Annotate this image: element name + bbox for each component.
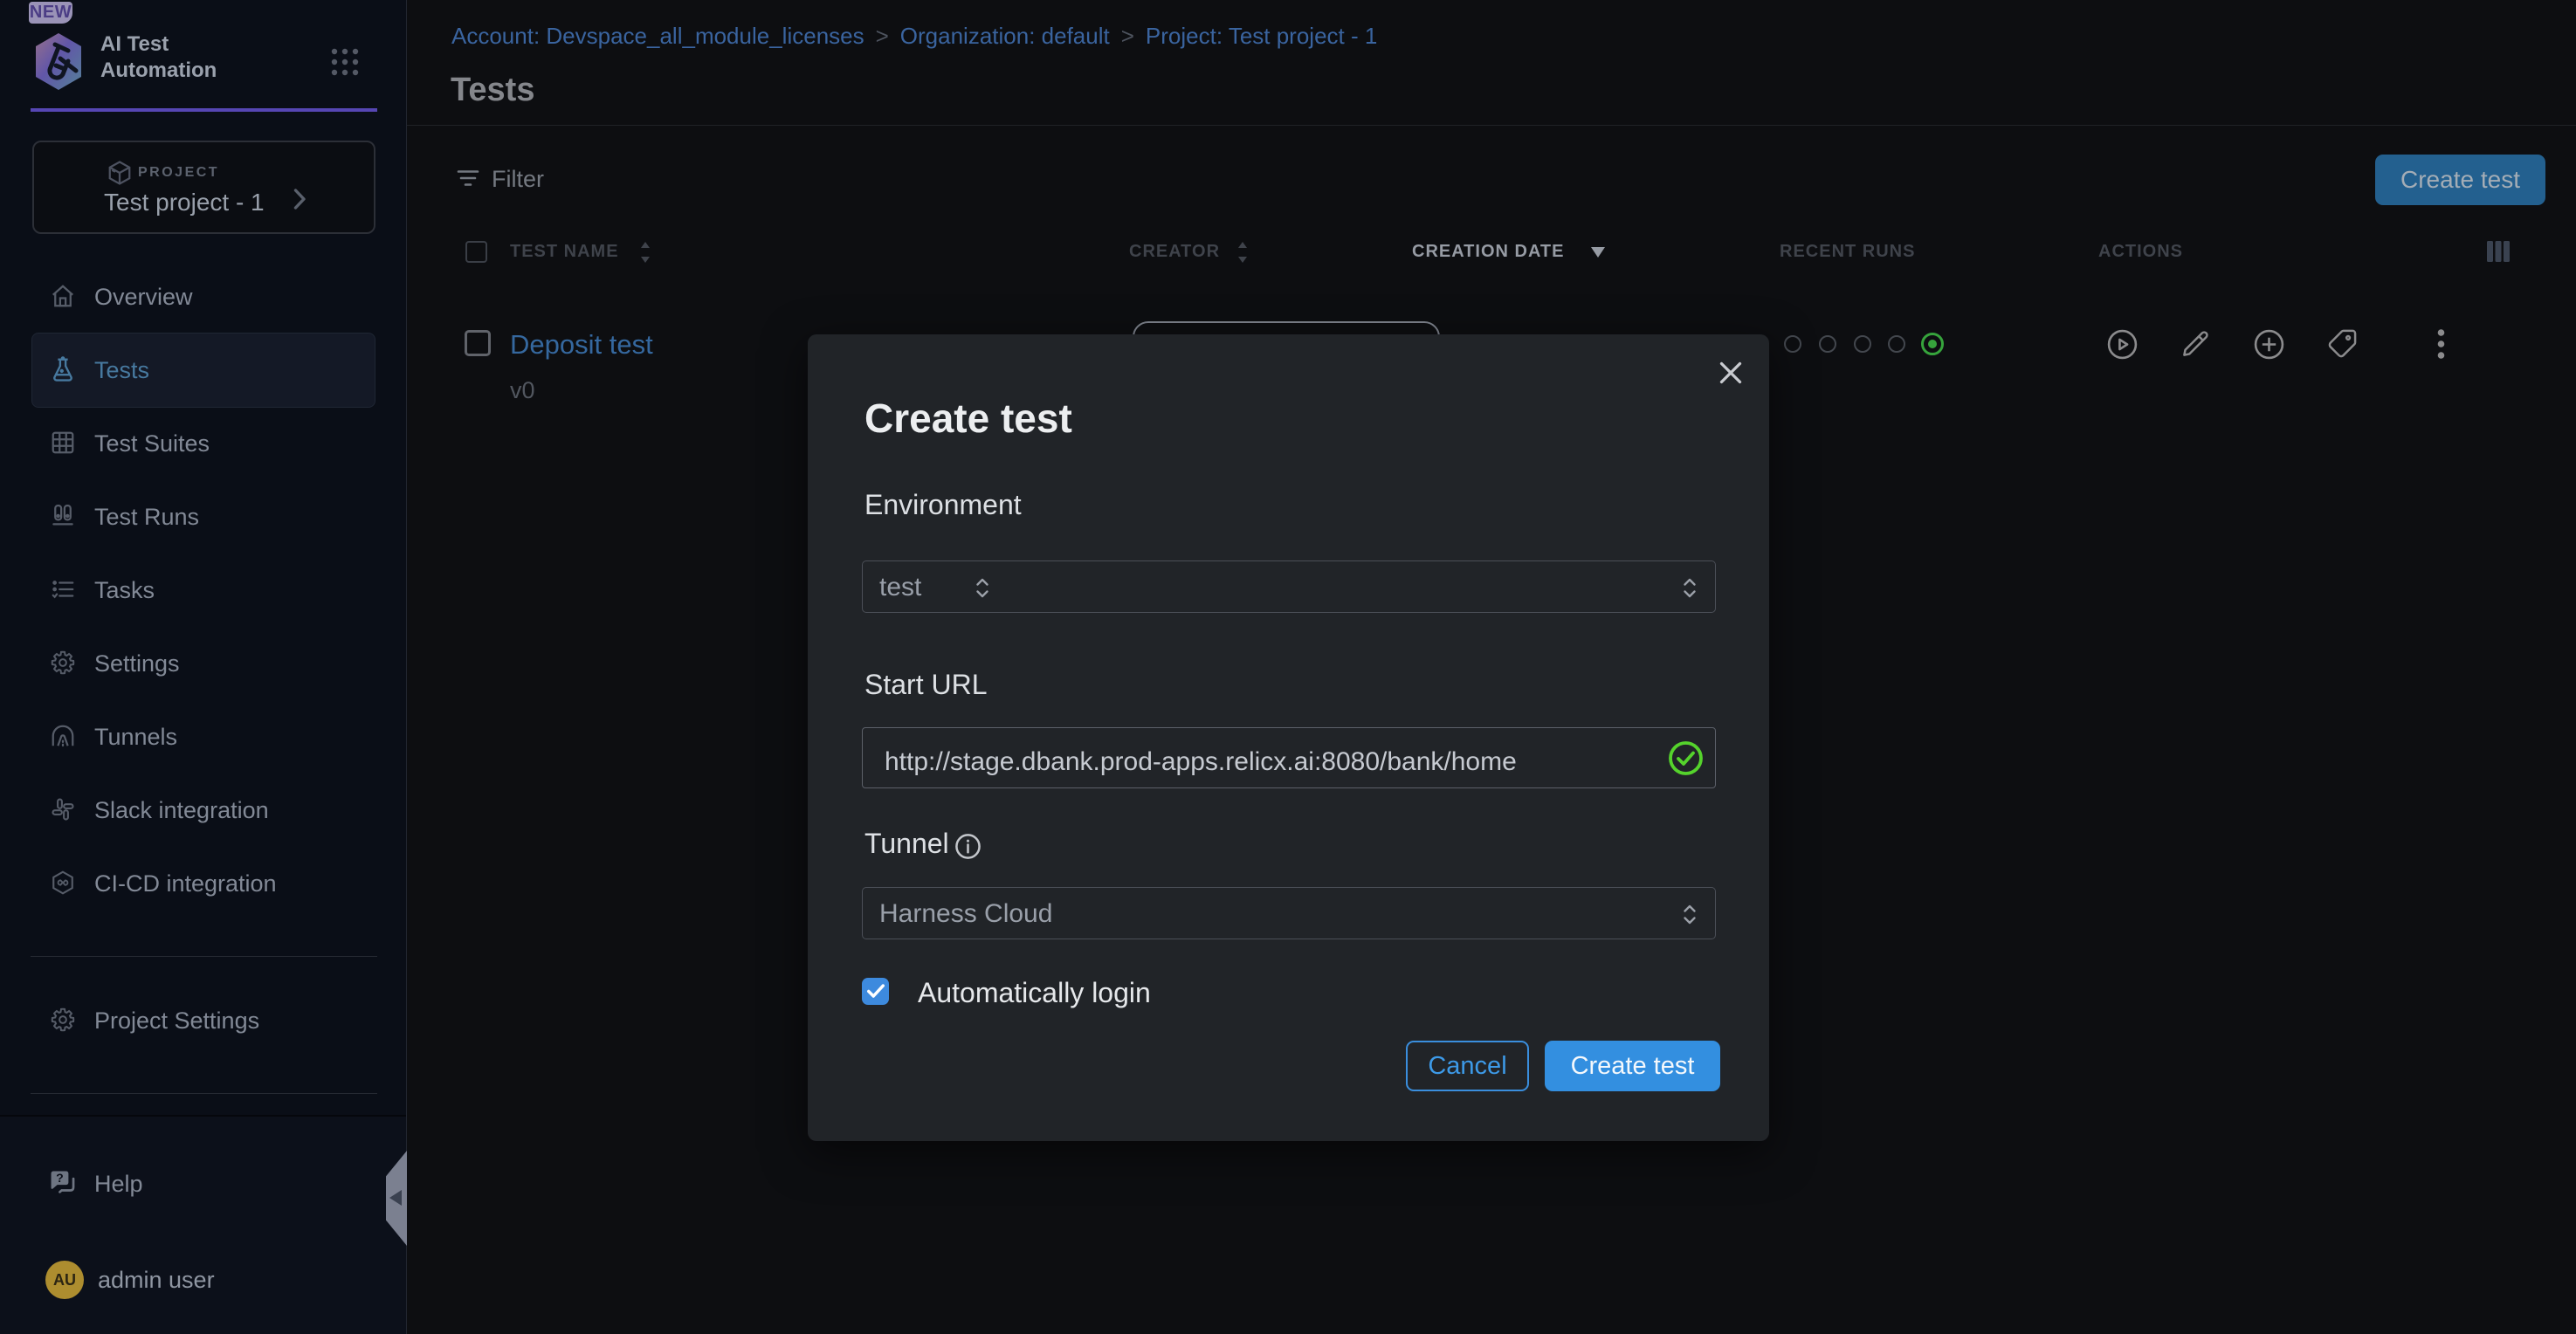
svg-text:?: ?	[56, 1172, 64, 1186]
